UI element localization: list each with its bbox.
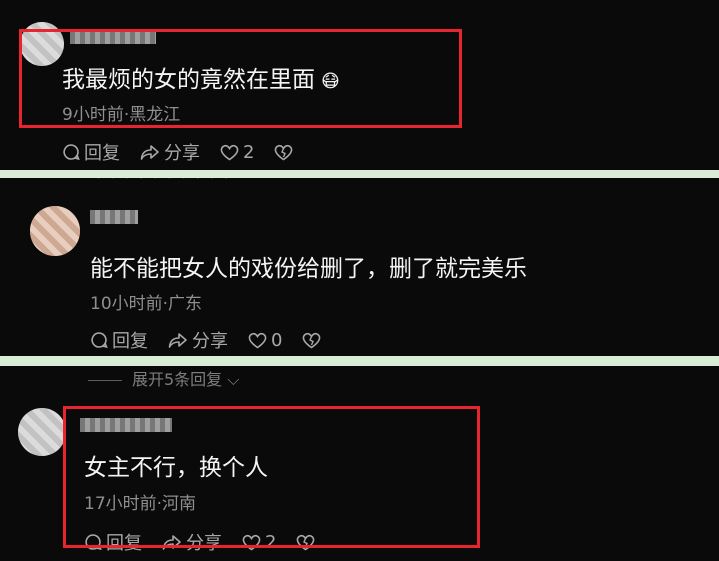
- share-arrow-icon: [168, 333, 187, 348]
- divider-line: [88, 380, 122, 381]
- comment-actions: 回复 分享 2: [62, 139, 317, 165]
- share-arrow-icon: [140, 145, 159, 160]
- chevron-down-icon: ⌵: [222, 370, 240, 389]
- comment-panel-2: · · · · · · · · · · 能不能把女人的戏份给删了，删了就完美乐 …: [0, 178, 719, 356]
- broken-heart-icon: [275, 144, 293, 160]
- highlight-box: [19, 29, 462, 128]
- expand-replies-link[interactable]: 展开5条回复 ⌵: [88, 366, 239, 390]
- dislike-button[interactable]: [302, 332, 325, 349]
- faded-text: · · · · · · · · · ·: [96, 178, 231, 187]
- dislike-button[interactable]: [274, 144, 297, 161]
- heart-icon: [220, 144, 239, 160]
- comment-text: 能不能把女人的戏份给删了，删了就完美乐: [90, 256, 527, 282]
- avatar[interactable]: [30, 206, 80, 256]
- broken-heart-icon: [303, 332, 321, 348]
- share-button[interactable]: 分享: [168, 327, 228, 353]
- reply-bubble-icon: [63, 144, 80, 161]
- avatar[interactable]: [18, 408, 66, 456]
- comment-meta: 10小时前·广东: [90, 294, 203, 314]
- highlight-box: [63, 406, 480, 548]
- reply-button[interactable]: 回复: [62, 139, 120, 165]
- comment-actions: 回复 分享 0: [90, 327, 345, 353]
- share-button[interactable]: 分享: [140, 139, 200, 165]
- separator: [0, 170, 719, 178]
- separator: [0, 356, 719, 366]
- username-blurred[interactable]: [90, 210, 138, 224]
- reply-bubble-icon: [91, 332, 108, 349]
- reply-button[interactable]: 回复: [90, 327, 148, 353]
- like-button[interactable]: 0: [248, 330, 282, 351]
- heart-icon: [248, 332, 267, 348]
- like-button[interactable]: 2: [220, 142, 254, 163]
